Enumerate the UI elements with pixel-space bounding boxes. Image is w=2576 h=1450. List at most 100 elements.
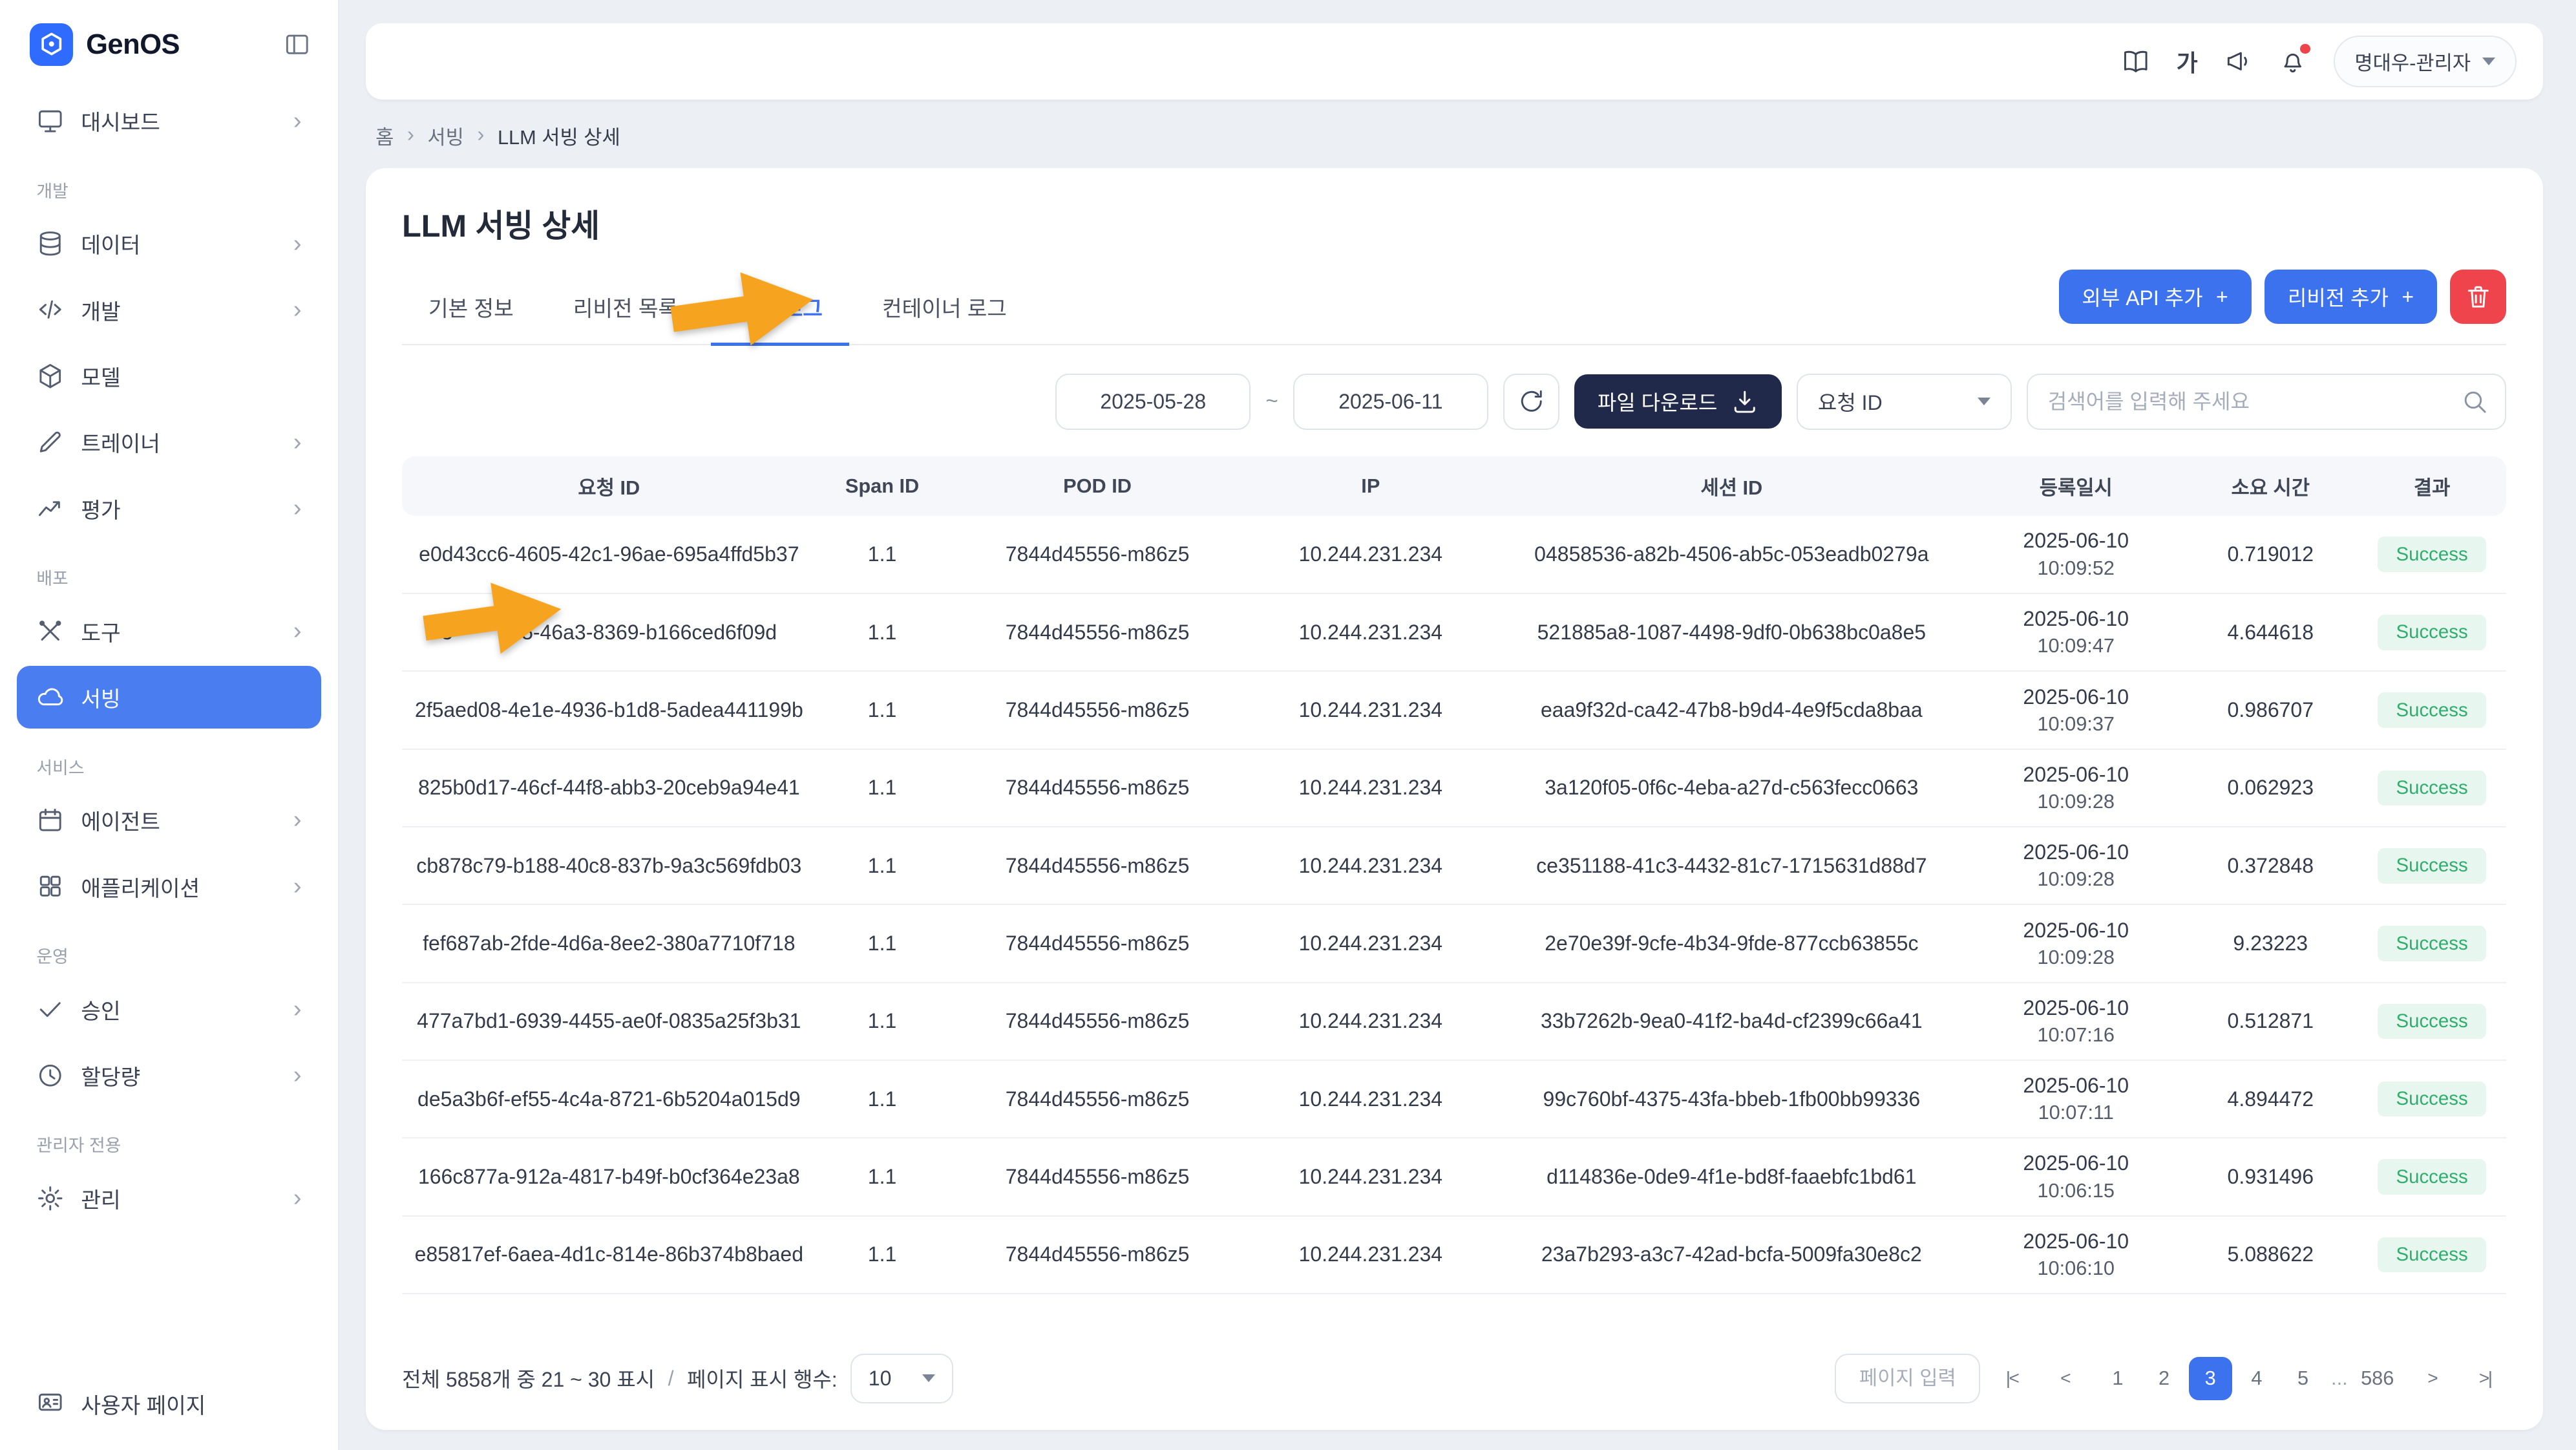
cell-duration: 4.644618 bbox=[2184, 593, 2358, 671]
refresh-button[interactable] bbox=[1503, 374, 1559, 430]
table-row[interactable]: 2f5aed08-4e1e-4936-b1d8-5adea441199b1.17… bbox=[402, 671, 2506, 749]
date-from-input[interactable] bbox=[1055, 374, 1251, 430]
table-row[interactable]: 3 95-46a3-8369-b166ced6f09d1.17844d45556… bbox=[402, 593, 2506, 671]
table-row[interactable]: 166c877a-912a-4817-b49f-b0cf364e23a81.17… bbox=[402, 1138, 2506, 1215]
sidebar-item-label: 서빙 bbox=[81, 681, 301, 713]
prev-page-button[interactable]: < bbox=[2043, 1357, 2087, 1400]
cell-result: Success bbox=[2358, 1060, 2507, 1138]
sidebar-item-develop[interactable]: 개발› bbox=[17, 279, 322, 341]
external-api-add-button[interactable]: 외부 API 추가 + bbox=[2059, 270, 2252, 324]
sidebar-item-application[interactable]: 애플리케이션 › bbox=[17, 855, 322, 917]
tab-actions: 외부 API 추가 + 리비전 추가 + bbox=[2059, 270, 2507, 324]
tab-usage-log[interactable]: 이용 로그 bbox=[711, 274, 849, 345]
breadcrumb-home[interactable]: 홈 bbox=[375, 121, 394, 150]
cell-duration: 0.372848 bbox=[2184, 827, 2358, 904]
agent-icon bbox=[36, 806, 65, 835]
sidebar-item-agent[interactable]: 에이전트› bbox=[17, 789, 322, 851]
cell-datetime: 2025-06-1010:09:52 bbox=[1969, 516, 2184, 593]
column-header: 등록일시 bbox=[1969, 456, 2184, 516]
breadcrumb-separator-icon: › bbox=[407, 123, 414, 147]
cell-result: Success bbox=[2358, 749, 2507, 827]
page-button-586[interactable]: 586 bbox=[2354, 1357, 2401, 1400]
chevron-right-icon: › bbox=[293, 430, 302, 454]
cell-session-id: 521885a8-1087-4498-9df0-0b638bc0a8e5 bbox=[1495, 593, 1969, 671]
bell-icon[interactable] bbox=[2279, 47, 2307, 76]
plus-icon: + bbox=[2216, 285, 2228, 309]
sidebar-item-serving[interactable]: 서빙 bbox=[17, 666, 322, 729]
status-badge: Success bbox=[2378, 1237, 2486, 1272]
cell-duration: 0.719012 bbox=[2184, 516, 2358, 593]
column-header: 요청 ID bbox=[402, 456, 816, 516]
chevron-right-icon: › bbox=[293, 496, 302, 520]
sidebar-item-dashboard[interactable]: 대시보드› bbox=[17, 89, 322, 152]
table-row[interactable]: 825b0d17-46cf-44f8-abb3-20ceb9a94e411.17… bbox=[402, 749, 2506, 827]
sidebar-item-user-page[interactable]: 사용자 페이지 bbox=[0, 1365, 338, 1450]
cell-pod-id: 7844d45556-m86z5 bbox=[949, 516, 1247, 593]
sidebar-item-label: 도구 bbox=[81, 615, 277, 647]
cell-request-id: de5a3b6f-ef55-4c4a-8721-6b5204a015d9 bbox=[402, 1060, 816, 1138]
page-button-5[interactable]: 5 bbox=[2281, 1357, 2325, 1400]
tab-container-log[interactable]: 컨테이너 로그 bbox=[856, 274, 1033, 345]
table-row[interactable]: e85817ef-6aea-4d1c-814e-86b374b8baed1.17… bbox=[402, 1216, 2506, 1294]
page-jump-input[interactable] bbox=[1835, 1354, 1980, 1403]
sidebar-item-quota[interactable]: 할당량› bbox=[17, 1044, 322, 1107]
sidebar-section-label: 운영 bbox=[0, 921, 338, 975]
datetime-time: 10:07:11 bbox=[1969, 1101, 2184, 1124]
delete-button[interactable] bbox=[2450, 270, 2506, 324]
datetime-date: 2025-06-10 bbox=[1969, 840, 2184, 864]
summary-divider: / bbox=[668, 1367, 674, 1391]
genos-logo-icon[interactable] bbox=[30, 23, 73, 67]
sidebar-item-label: 애플리케이션 bbox=[81, 871, 277, 902]
book-icon[interactable] bbox=[2122, 47, 2150, 76]
table-row[interactable]: e0d43cc6-4605-42c1-96ae-695a4ffd5b371.17… bbox=[402, 516, 2506, 593]
table-row[interactable]: fef687ab-2fde-4d6a-8ee2-380a7710f7181.17… bbox=[402, 904, 2506, 982]
cell-span-id: 1.1 bbox=[816, 749, 949, 827]
sidebar-item-label: 사용자 페이지 bbox=[81, 1388, 206, 1420]
breadcrumb-serving[interactable]: 서빙 bbox=[427, 121, 464, 150]
rows-per-page-select[interactable]: 10 bbox=[850, 1354, 953, 1403]
search-field-value: 요청 ID bbox=[1818, 387, 1883, 416]
table-row[interactable]: de5a3b6f-ef55-4c4a-8721-6b5204a015d91.17… bbox=[402, 1060, 2506, 1138]
sidebar-item-model[interactable]: 모델 bbox=[17, 345, 322, 407]
font-size-icon[interactable]: 가 bbox=[2177, 45, 2198, 78]
sidebar-item-approval[interactable]: 승인› bbox=[17, 977, 322, 1040]
page-button-2[interactable]: 2 bbox=[2142, 1357, 2186, 1400]
page-button-3[interactable]: 3 bbox=[2189, 1357, 2232, 1400]
datetime-time: 10:09:28 bbox=[1969, 790, 2184, 813]
cell-span-id: 1.1 bbox=[816, 904, 949, 982]
datetime-time: 10:06:15 bbox=[1969, 1179, 2184, 1202]
cell-span-id: 1.1 bbox=[816, 1216, 949, 1294]
tab-basic-info[interactable]: 기본 정보 bbox=[402, 274, 540, 345]
chevron-right-icon: › bbox=[293, 874, 302, 899]
search-input[interactable] bbox=[2048, 390, 2461, 414]
megaphone-icon[interactable] bbox=[2224, 47, 2253, 76]
user-menu[interactable]: 명대우-관리자 bbox=[2334, 36, 2517, 87]
app-root: GenOS 대시보드›개발데이터›개발›모델트레이너›평가›배포도구›서빙서비스… bbox=[0, 0, 2576, 1450]
last-page-button[interactable]: >| bbox=[2464, 1357, 2507, 1400]
tabs: 기본 정보 리비전 목록 이용 로그 컨테이너 로그 bbox=[402, 274, 1033, 344]
table-row[interactable]: 477a7bd1-6939-4455-ae0f-0835a25f3b311.17… bbox=[402, 983, 2506, 1060]
file-download-button[interactable]: 파일 다운로드 bbox=[1574, 374, 1782, 429]
sidebar-collapse-icon[interactable] bbox=[283, 30, 311, 59]
revision-add-button[interactable]: 리비전 추가 + bbox=[2265, 270, 2437, 324]
page-button-4[interactable]: 4 bbox=[2235, 1357, 2279, 1400]
tools-icon bbox=[36, 617, 65, 646]
code-icon bbox=[36, 295, 65, 324]
sidebar-item-trainer[interactable]: 트레이너› bbox=[17, 410, 322, 473]
date-to-input[interactable] bbox=[1293, 374, 1488, 430]
search-field-select[interactable]: 요청 ID bbox=[1797, 374, 2012, 430]
page-button-1[interactable]: 1 bbox=[2096, 1357, 2140, 1400]
brand-name: GenOS bbox=[86, 29, 180, 61]
sidebar-item-admin[interactable]: 관리› bbox=[17, 1167, 322, 1230]
cell-request-id: e85817ef-6aea-4d1c-814e-86b374b8baed bbox=[402, 1216, 816, 1294]
table-row[interactable]: cb878c79-b188-40c8-837b-9a3c569fdb031.17… bbox=[402, 827, 2506, 904]
user-name: 명대우-관리자 bbox=[2354, 47, 2471, 76]
next-page-button[interactable]: > bbox=[2411, 1357, 2454, 1400]
first-page-button[interactable]: |< bbox=[1990, 1357, 2034, 1400]
tab-revision-list[interactable]: 리비전 목록 bbox=[547, 274, 704, 345]
sidebar-item-tools[interactable]: 도구› bbox=[17, 600, 322, 663]
search-icon[interactable] bbox=[2460, 387, 2489, 416]
cell-request-id: 825b0d17-46cf-44f8-abb3-20ceb9a94e41 bbox=[402, 749, 816, 827]
sidebar-item-data[interactable]: 데이터› bbox=[17, 212, 322, 275]
sidebar-item-evaluation[interactable]: 평가› bbox=[17, 477, 322, 540]
